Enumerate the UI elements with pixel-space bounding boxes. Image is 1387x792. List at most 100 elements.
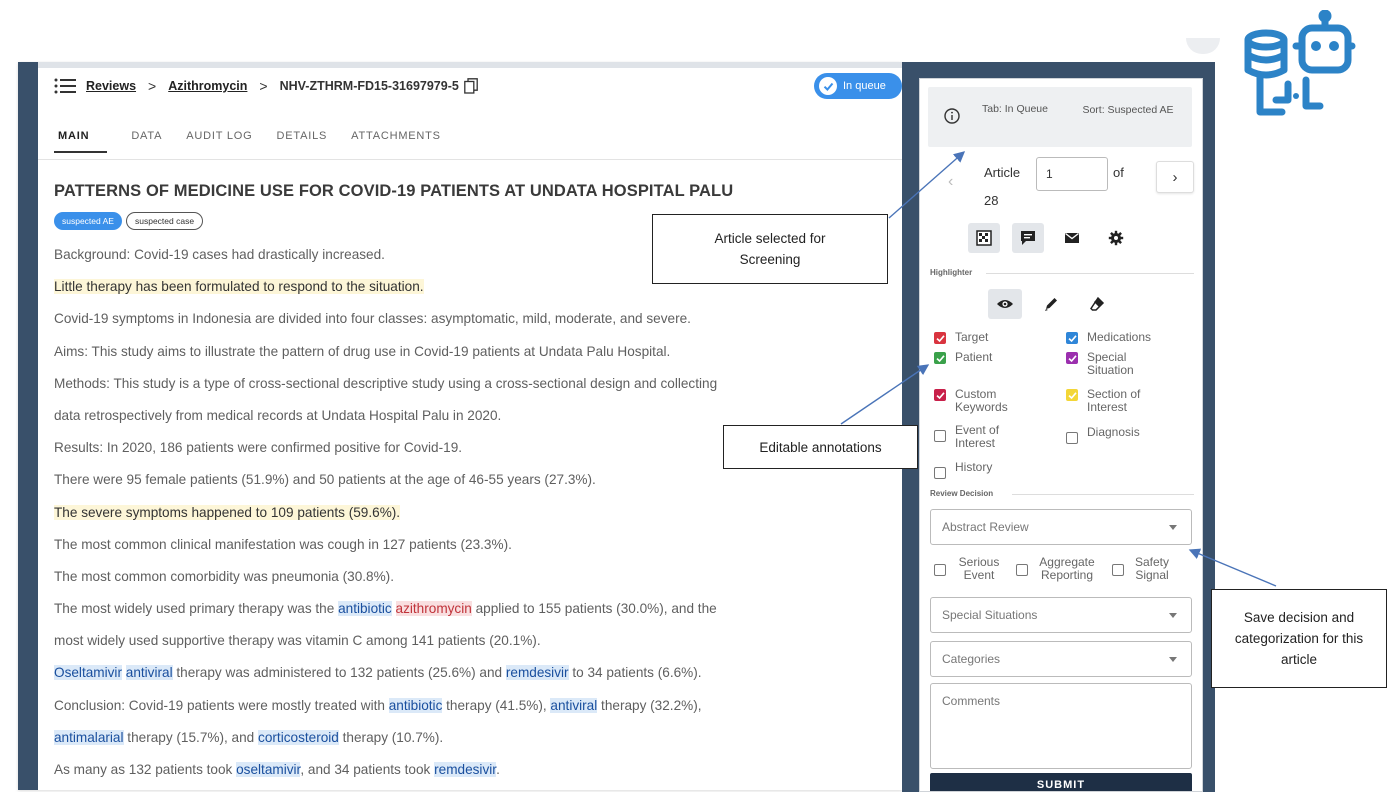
highlight-medication[interactable]: antiviral [550,697,598,713]
comments-textarea[interactable]: Comments [930,683,1192,769]
eye-icon[interactable] [988,289,1022,319]
category-label: Special Situation [1087,350,1134,377]
review-type-select[interactable]: Abstract Review [930,509,1192,545]
review-decision-label: Review Decision [930,489,994,498]
comment-icon[interactable] [1012,223,1044,253]
highlight-target[interactable]: azithromycin [395,601,472,617]
caret-down-icon [1169,613,1177,618]
highlight-category-history[interactable]: History [934,461,1033,479]
abstract-text: therapy (32.2%), [597,697,702,713]
category-label: Section of Interest [1087,387,1141,414]
menu-list-icon[interactable] [54,78,76,94]
gear-icon[interactable] [1100,223,1132,253]
highlight-category-section-of-interest[interactable]: Section of Interest [1066,388,1171,414]
article-abstract: Background: Covid-19 cases had drastical… [54,244,874,790]
checkbox[interactable] [934,564,946,576]
article-total: 28 [984,193,999,208]
tab-audit-log[interactable]: AUDIT LOG [186,130,252,153]
abstract-line: antimalarial therapy (15.7%), and cortic… [54,727,874,759]
tab-bar: MAIN DATA AUDIT LOG DETAILS ATTACHMENTS [54,130,465,153]
view-mode-toolbar [968,223,1132,253]
abstract-line: As many as 132 patients took oseltamivir… [54,759,874,790]
special-situations-select[interactable]: Special Situations [930,597,1192,633]
special-situations-value: Special Situations [942,608,1038,622]
highlight-medication[interactable]: antiviral [125,665,173,681]
checkbox[interactable] [934,389,946,401]
flag-serious-event[interactable]: Serious Event [934,556,1003,582]
breadcrumb-product-link[interactable]: Azithromycin [168,79,247,93]
scroll-handle[interactable] [1186,38,1220,54]
checkbox[interactable] [1066,389,1078,401]
abstract-line: Covid-19 symptoms in Indonesia are divid… [54,308,874,340]
abstract-text: Aims: This study aims to illustrate the … [54,343,671,359]
abstract-text: . [496,762,500,777]
tab-details[interactable]: DETAILS [277,130,328,153]
highlight-medication[interactable]: Oseltamivir [54,665,122,681]
highlight-category-target[interactable]: Target [934,331,1033,344]
flag-aggregate-reporting[interactable]: Aggregate Reporting [1016,556,1100,582]
flag-safety-signal[interactable]: Safety Signal [1112,556,1174,582]
highlight-category-event-of-interest[interactable]: Event of Interest [934,424,1033,450]
abstract-text: Methods: This study is a type of cross-s… [54,375,718,391]
checkbox[interactable] [1112,564,1124,576]
tab-data[interactable]: DATA [131,130,162,153]
callout-article-selected-text: Article selected for Screening [714,231,826,267]
prev-article-button[interactable]: ‹ [948,173,953,191]
caret-down-icon [1169,657,1177,662]
tag-suspected-ae[interactable]: suspected AE [54,212,122,230]
review-type-value: Abstract Review [942,520,1029,534]
highlight-category-medications[interactable]: Medications [1066,331,1171,344]
copy-icon[interactable] [463,78,478,94]
checkbox[interactable] [934,467,946,479]
highlight-category-patient[interactable]: Patient [934,351,1033,364]
mail-icon[interactable] [1056,223,1088,253]
breadcrumb-reviews-link[interactable]: Reviews [86,79,136,93]
abstract-text: Background: Covid-19 cases had drastical… [54,247,385,262]
article-number-input[interactable] [1036,157,1108,191]
highlight-medication[interactable]: antimalarial [54,729,124,745]
caret-down-icon [1169,525,1177,530]
tab-main[interactable]: MAIN [54,130,108,153]
abstract-line: There were 95 female patients (51.9%) an… [54,469,874,501]
highlight-category-special-situation[interactable]: Special Situation [1066,351,1171,377]
next-article-button[interactable]: › [1156,161,1194,193]
tag-suspected-case[interactable]: suspected case [125,212,204,230]
chevron-right-icon: > [148,78,157,94]
highlight-medication[interactable]: oseltamivir [236,762,301,777]
highlight-medication[interactable]: remdesivir [434,762,497,777]
highlight-medication[interactable]: antibiotic [338,601,392,617]
pen-icon[interactable] [1034,289,1068,319]
checkbox[interactable] [934,332,946,344]
grid-icon[interactable] [968,223,1000,253]
flag-label: Aggregate Reporting [1039,555,1095,582]
highlight-medication[interactable]: corticosteroid [258,729,339,745]
submit-button[interactable]: SUBMIT [930,773,1192,791]
tab-info-text: Tab: In Queue [982,103,1048,115]
checkbox[interactable] [1066,352,1078,364]
abstract-text: As many as 132 patients took [54,762,237,777]
tab-attachments[interactable]: ATTACHMENTS [351,130,441,153]
info-icon[interactable] [944,108,960,124]
tab-divider [38,159,902,160]
checkbox[interactable] [1016,564,1028,576]
checkbox[interactable] [934,352,946,364]
checkbox[interactable] [1066,332,1078,344]
status-badge: In queue [814,73,902,99]
highlight-category-custom-keywords[interactable]: Custom Keywords [934,388,1033,414]
abstract-line: most widely used supportive therapy was … [54,630,874,662]
categories-select[interactable]: Categories [930,641,1192,677]
eraser-icon[interactable] [1080,289,1114,319]
highlight-medication[interactable]: antibiotic [388,697,443,713]
flag-label: Safety Signal [1134,555,1170,582]
abstract-text: Conclusion: Covid-19 patients were mostl… [54,697,389,713]
highlight-medication[interactable]: remdesivir [505,665,569,681]
checkbox[interactable] [1066,432,1078,444]
checkbox[interactable] [934,430,946,442]
abstract-text: applied to 155 patients (30.0%), and the [471,601,717,617]
highlight-category-diagnosis[interactable]: Diagnosis [1066,426,1171,444]
abstract-line: Conclusion: Covid-19 patients were mostl… [54,695,874,727]
comments-placeholder: Comments [942,694,1001,708]
callout-article-selected: Article selected for Screening [652,214,888,284]
status-label: In queue [843,80,886,92]
article-pager: ‹ Article of 28 › [920,153,1202,213]
